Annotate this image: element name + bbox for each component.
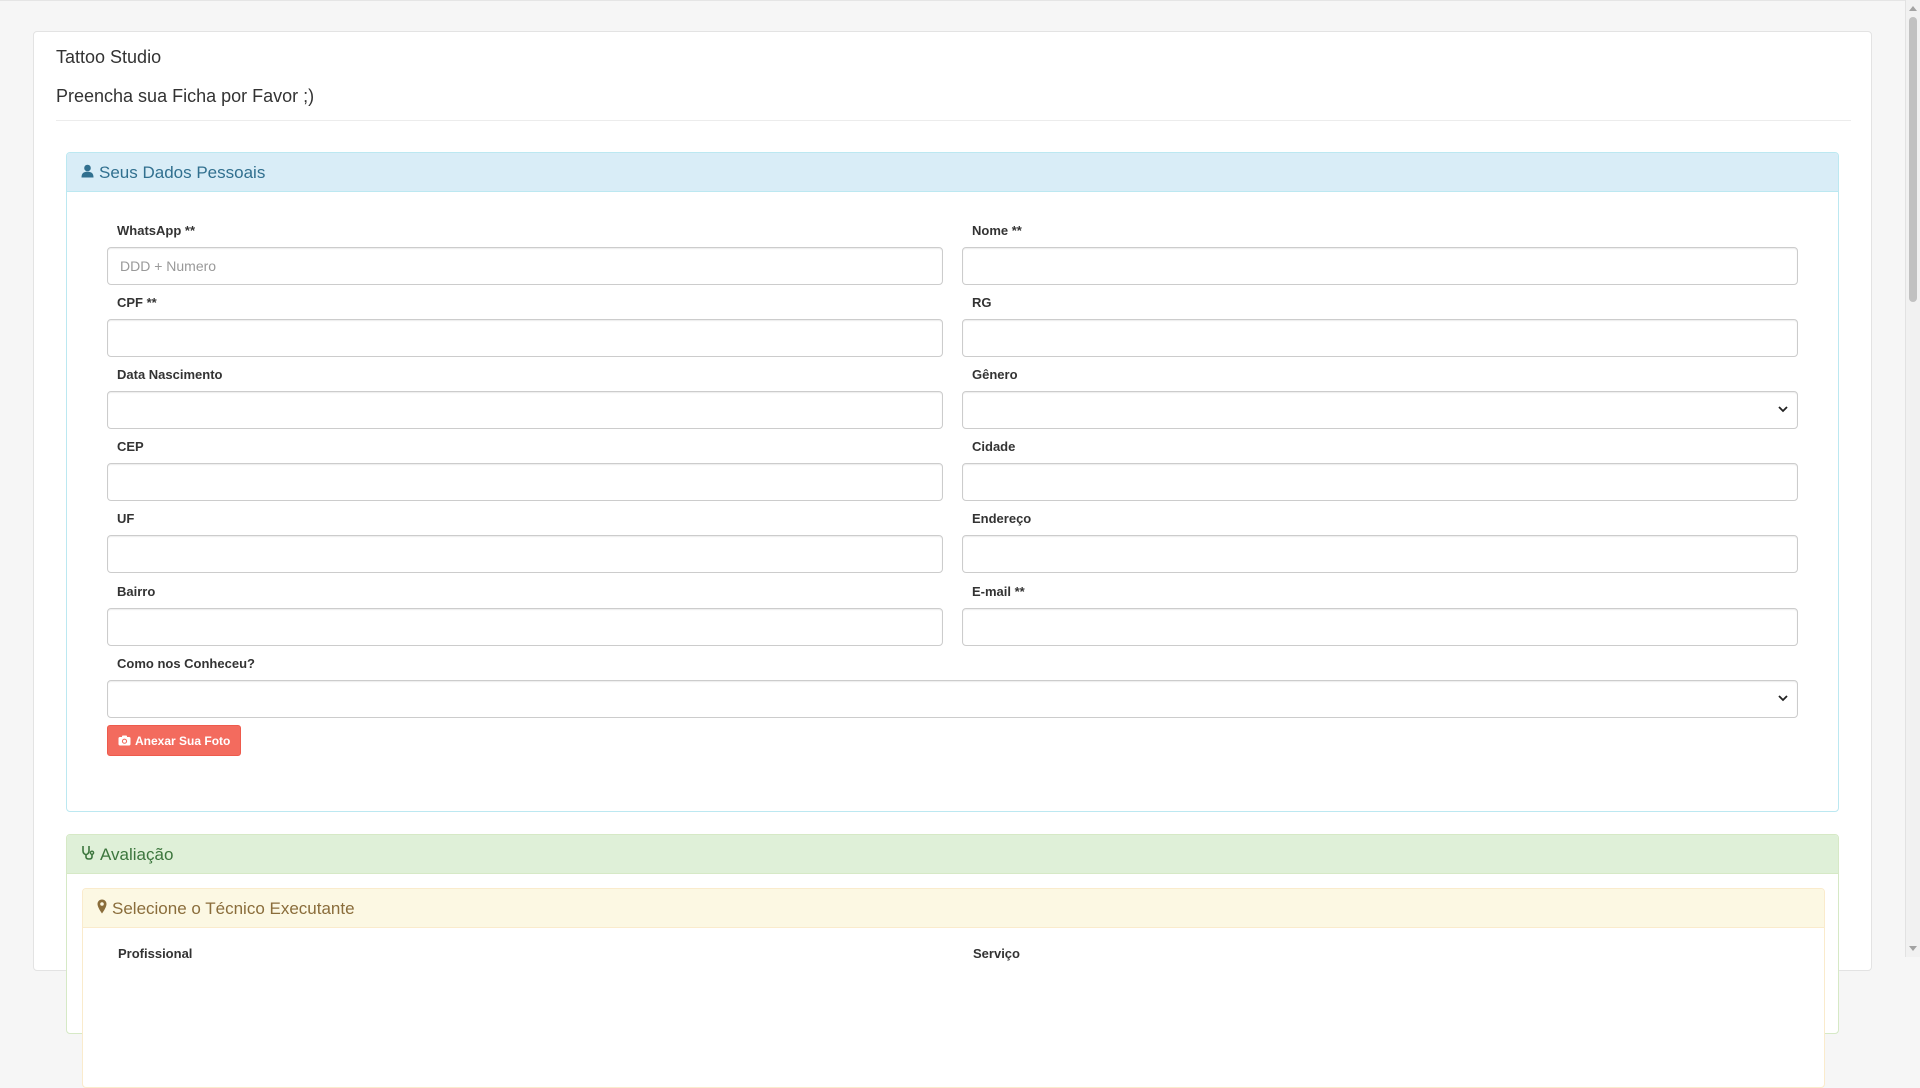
evaluation-panel-title: Avaliação	[100, 845, 174, 864]
technician-panel: Selecione o Técnico Executante Profissio…	[82, 888, 1825, 1088]
camera-icon	[118, 735, 131, 746]
technician-panel-title: Selecione o Técnico Executante	[112, 899, 355, 918]
whatsapp-label: WhatsApp **	[117, 223, 195, 238]
genero-label: Gênero	[972, 367, 1018, 382]
scroll-up-icon[interactable]	[1909, 6, 1917, 11]
personal-data-panel-title: Seus Dados Pessoais	[99, 163, 266, 182]
main-card: Tattoo Studio Preencha sua Ficha por Fav…	[33, 31, 1872, 1088]
endereco-label: Endereço	[972, 511, 1032, 526]
email-label: E-mail **	[972, 584, 1025, 599]
scroll-down-icon[interactable]	[1909, 946, 1917, 951]
rg-label: RG	[972, 295, 992, 310]
endereco-input[interactable]	[962, 535, 1798, 573]
genero-select[interactable]	[962, 391, 1798, 429]
cpf-label: CPF **	[117, 295, 157, 310]
form-subtitle: Preencha sua Ficha por Favor ;)	[56, 86, 315, 106]
evaluation-panel: Avaliação Selecione o Técnico Executante…	[66, 834, 1839, 1088]
technician-panel-heading: Selecione o Técnico Executante	[83, 889, 1824, 928]
personal-data-panel-heading: Seus Dados Pessoais	[67, 153, 1838, 192]
como-conheceu-select[interactable]	[107, 680, 1798, 718]
evaluation-panel-heading: Avaliação	[67, 835, 1838, 874]
map-marker-icon	[97, 899, 107, 919]
uf-label: UF	[117, 511, 135, 526]
cidade-label: Cidade	[972, 439, 1016, 454]
email-input[interactable]	[962, 608, 1798, 646]
chevron-down-icon	[1778, 695, 1788, 702]
top-border	[0, 0, 1905, 1]
personal-data-panel: Seus Dados Pessoais WhatsApp ** Nome ** …	[66, 152, 1839, 812]
cidade-input[interactable]	[962, 463, 1798, 501]
nome-label: Nome **	[972, 223, 1022, 238]
data-nascimento-label: Data Nascimento	[117, 367, 223, 382]
nome-input[interactable]	[962, 247, 1798, 285]
user-icon	[81, 163, 94, 183]
card-header: Tattoo Studio Preencha sua Ficha por Fav…	[56, 32, 1851, 121]
attach-photo-label: Anexar Sua Foto	[135, 733, 231, 748]
whatsapp-input[interactable]	[107, 247, 943, 285]
cep-label: CEP	[117, 439, 144, 454]
scrollbar-thumb[interactable]	[1909, 17, 1917, 302]
uf-input[interactable]	[107, 535, 943, 573]
profissional-label: Profissional	[118, 946, 193, 961]
rg-input[interactable]	[962, 319, 1798, 357]
stethoscope-icon	[81, 845, 95, 865]
como-conheceu-label: Como nos Conheceu?	[117, 656, 255, 671]
chevron-down-icon	[1778, 406, 1788, 413]
app-title: Tattoo Studio	[56, 47, 162, 67]
servico-label: Serviço	[973, 946, 1020, 961]
cep-input[interactable]	[107, 463, 943, 501]
bairro-label: Bairro	[117, 584, 156, 599]
attach-photo-button[interactable]: Anexar Sua Foto	[107, 725, 242, 756]
data-nascimento-input[interactable]	[107, 391, 943, 429]
bairro-input[interactable]	[107, 608, 943, 646]
cpf-input[interactable]	[107, 319, 943, 357]
vertical-scrollbar[interactable]	[1905, 0, 1920, 957]
